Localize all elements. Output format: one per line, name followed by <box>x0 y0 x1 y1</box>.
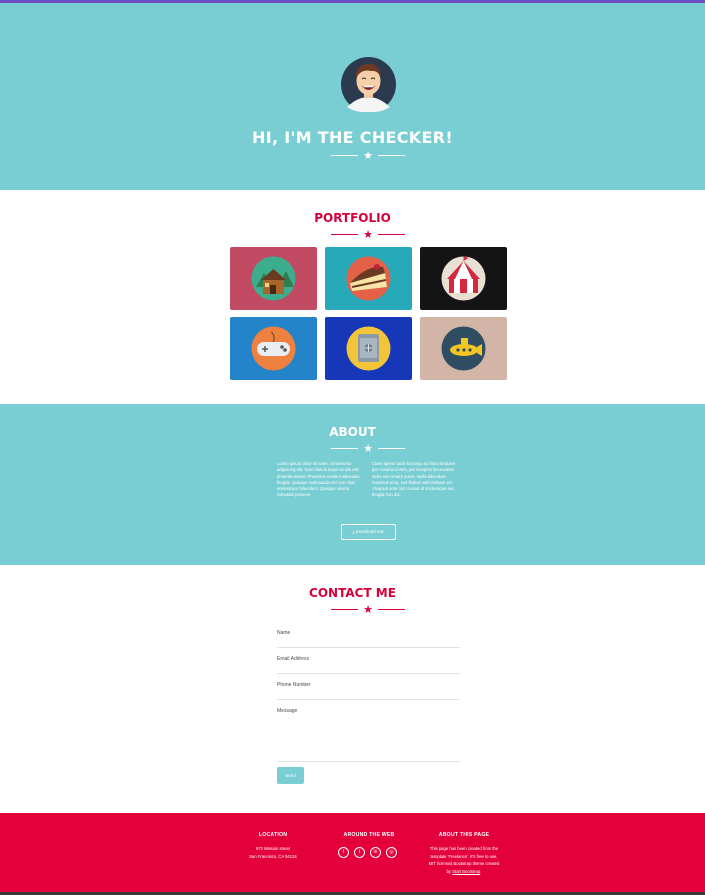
name-field[interactable]: Name <box>277 630 460 648</box>
linkedin-icon[interactable]: in <box>370 847 381 858</box>
message-field-label: Message <box>277 708 298 714</box>
address-line-2: San Francisco, CA 94134 <box>249 853 297 859</box>
footer-about-line-2: template 'Freelance'. It's free to use, <box>430 853 498 859</box>
footer-about-period: . <box>480 868 482 874</box>
footer-about-line-1: This page has been created from the <box>429 846 499 851</box>
avatar <box>341 57 396 113</box>
footer: LOCATION 972 Mission street San Francisc… <box>0 813 705 895</box>
portfolio-divider: ★ <box>331 229 405 241</box>
star-icon: ★ <box>363 604 373 616</box>
portfolio-title: PORTFOLIO <box>314 211 391 225</box>
gamepad-icon <box>251 326 296 371</box>
circus-tent-icon <box>441 256 486 301</box>
about-text-left: Lorem ipsum dolor sit amet, consectetur … <box>277 461 360 498</box>
footer-about-line-3: MIT licensed Bootstrap theme created <box>428 861 500 866</box>
portfolio-item-safe[interactable] <box>325 317 412 380</box>
star-icon: ★ <box>363 150 373 162</box>
twitter-icon[interactable]: t <box>354 847 365 858</box>
star-icon: ★ <box>363 443 373 455</box>
footer-about-by: by <box>446 868 452 874</box>
about-text-right: Class aptent taciti sociosqu ad litora t… <box>372 461 456 498</box>
safe-icon <box>346 326 391 371</box>
footer-location-title: LOCATION <box>258 832 288 838</box>
send-button[interactable]: Send <box>277 767 304 784</box>
footer-about-title: ABOUT THIS PAGE <box>438 832 490 838</box>
download-label: Download me! <box>355 529 385 534</box>
submarine-icon <box>441 326 486 371</box>
hero-section: HI, I'M THE CHECKER! ★ <box>0 3 705 190</box>
footer-web-title: AROUND THE WEB <box>343 832 395 838</box>
facebook-icon[interactable]: f <box>338 847 349 858</box>
about-divider: ★ <box>331 443 405 455</box>
email-field[interactable]: Email Address <box>277 656 460 674</box>
about-title: ABOUT <box>329 425 376 439</box>
portfolio-item-cabin[interactable] <box>230 247 317 310</box>
hero-title: HI, I'M THE CHECKER! <box>252 128 453 147</box>
cake-icon <box>346 256 391 301</box>
footer-location-address: 972 Mission street San Francisco, CA 941… <box>238 845 308 860</box>
phone-field-label: Phone Number <box>277 682 311 688</box>
download-icon: ⤓ <box>352 529 355 534</box>
star-icon: ★ <box>363 229 373 241</box>
portfolio-item-circus[interactable] <box>420 247 507 310</box>
dribbble-icon[interactable]: ◎ <box>386 847 397 858</box>
portfolio-item-cake[interactable] <box>325 247 412 310</box>
footer-about-text: This page has been created from the temp… <box>418 845 510 875</box>
phone-field[interactable]: Phone Number <box>277 682 460 700</box>
message-field[interactable]: Message <box>277 708 460 762</box>
portfolio-item-game[interactable] <box>230 317 317 380</box>
portfolio-item-submarine[interactable] <box>420 317 507 380</box>
address-line-1: 972 Mission street <box>256 846 290 851</box>
about-section: ABOUT ★ Lorem ipsum dolor sit amet, cons… <box>0 404 705 565</box>
footer-about-line-4: by Start Bootstrap. <box>418 868 510 876</box>
start-bootstrap-link[interactable]: Start Bootstrap <box>452 869 480 874</box>
hero-divider: ★ <box>331 150 405 162</box>
cabin-icon <box>251 256 296 301</box>
email-field-label: Email Address <box>277 656 309 662</box>
download-button[interactable]: ⤓ Download me! <box>341 524 396 540</box>
contact-divider: ★ <box>331 604 405 616</box>
contact-title: CONTACT ME <box>309 586 396 600</box>
name-field-label: Name <box>277 630 291 636</box>
